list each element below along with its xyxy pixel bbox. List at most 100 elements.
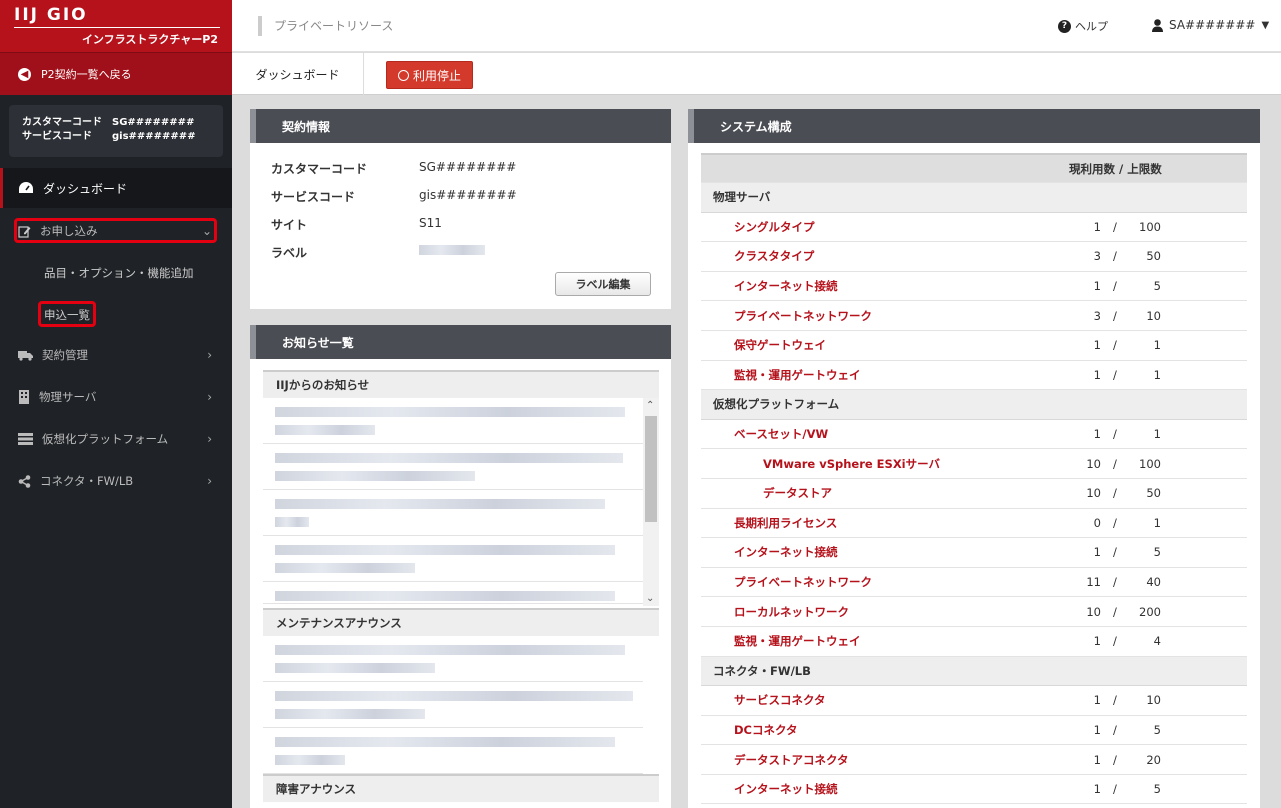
resource-link[interactable]: データストア — [763, 485, 832, 501]
usage-limit: 200 — [1139, 604, 1161, 619]
usage-limit: 5 — [1153, 722, 1161, 737]
resource-link[interactable]: 監視・運用ゲートウェイ — [734, 367, 861, 383]
sidebar: IIJ GIO インフラストラクチャーP2 ◀ P2契約一覧へ戻る カスタマーコ… — [0, 0, 232, 808]
news-title: お知らせ一覧 — [250, 325, 671, 359]
usage-separator: / — [1113, 279, 1117, 294]
contract-value: SG######## — [419, 160, 517, 174]
usage-limit: 50 — [1146, 249, 1161, 264]
system-item-row: 保守ゲートウェイ 1 / 1 — [701, 331, 1247, 361]
service-code-value: gis######## — [112, 131, 196, 142]
usage-separator: / — [1113, 604, 1117, 619]
tab-bar: ダッシュボード 利用停止 — [232, 53, 1281, 95]
system-item-row: ローカルネットワーク 10 / 200 — [701, 597, 1247, 627]
system-item-row: インターネット接続 1 / 5 — [701, 272, 1247, 302]
usage-limit: 4 — [1153, 634, 1161, 649]
news-section-maintenance: メンテナンスアナウンス — [263, 608, 659, 636]
news-item[interactable] — [263, 636, 643, 682]
resource-link[interactable]: クラスタタイプ — [734, 248, 814, 264]
resource-link[interactable]: ローカルネットワーク — [734, 604, 849, 620]
sidebar-item-connector[interactable]: コネクタ・FW/LB › — [0, 469, 232, 493]
arrow-left-icon: ◀ — [18, 67, 31, 81]
system-item-row: クラスタタイプ 3 / 50 — [701, 242, 1247, 272]
system-item-row: 監視・運用ゲートウェイ 1 / 1 — [701, 361, 1247, 391]
back-label: P2契約一覧へ戻る — [41, 68, 132, 81]
resource-link[interactable]: サービスコネクタ — [734, 692, 826, 708]
sidebar-item-contract[interactable]: 契約管理 › — [0, 343, 232, 367]
brand-logo: IIJ GIO — [14, 5, 88, 25]
usage-limit: 100 — [1139, 219, 1161, 234]
sidebar-item-dashboard[interactable]: ダッシュボード — [0, 168, 232, 208]
usage-limit: 10 — [1146, 308, 1161, 323]
resource-link[interactable]: 保守ゲートウェイ — [734, 337, 826, 353]
system-item-row: DCコネクタ 1 / 5 — [701, 716, 1247, 746]
sidebar-subitem-add-options[interactable]: 品目・オプション・機能追加 — [44, 265, 194, 281]
sidebar-item-label: 仮想化プラットフォーム — [42, 432, 169, 446]
usage-separator: / — [1113, 722, 1117, 737]
usage-separator: / — [1113, 634, 1117, 649]
scrollbar-thumb[interactable] — [645, 416, 657, 522]
news-item[interactable] — [263, 728, 643, 774]
resource-link[interactable]: 長期利用ライセンス — [734, 515, 837, 531]
tab-dashboard[interactable]: ダッシュボード — [232, 53, 364, 95]
sidebar-item-physical-server[interactable]: 物理サーバ › — [0, 385, 232, 409]
resource-link[interactable]: インターネット接続 — [734, 544, 838, 560]
sidebar-item-virtualization[interactable]: 仮想化プラットフォーム › — [0, 427, 232, 451]
resource-link[interactable]: シングルタイプ — [734, 219, 815, 235]
news-section-iij: IIJからのお知らせ — [263, 370, 659, 398]
resource-link[interactable]: データストアコネクタ — [734, 752, 849, 768]
resource-link[interactable]: VMware vSphere ESXiサーバ — [763, 456, 940, 472]
contract-value: S11 — [419, 216, 442, 230]
usage-separator: / — [1113, 219, 1117, 234]
system-item-row: サービスコネクタ 1 / 10 — [701, 686, 1247, 716]
share-icon — [18, 474, 31, 488]
usage-separator: / — [1113, 515, 1117, 530]
help-link[interactable]: ? ヘルプ — [1058, 18, 1108, 34]
stop-service-button[interactable]: 利用停止 — [386, 61, 473, 89]
current-usage: 1 — [1093, 782, 1101, 797]
resource-link[interactable]: インターネット接続 — [734, 278, 838, 294]
news-item[interactable] — [263, 682, 643, 728]
resource-link[interactable]: DCコネクタ — [734, 722, 798, 738]
chevron-right-icon: › — [207, 432, 212, 446]
service-code-label: サービスコード — [22, 131, 92, 142]
system-config-panel: システム構成 現利用数 / 上限数 物理サーバ シングルタイプ 1/100 クラスタタ… — [688, 109, 1260, 808]
server-icon — [19, 390, 29, 404]
system-item-row: インターネット接続 1 / 5 — [701, 538, 1247, 568]
usage-separator: / — [1113, 693, 1117, 708]
list-icon — [18, 433, 33, 445]
current-usage: 1 — [1093, 427, 1101, 442]
current-usage: 1 — [1093, 279, 1101, 294]
usage-limit: 100 — [1139, 456, 1161, 471]
news-scrollbar[interactable]: ⌃ ⌄ — [643, 398, 659, 606]
news-item[interactable] — [263, 398, 643, 444]
system-item-row: プライベートネットワーク 3 / 10 — [701, 301, 1247, 331]
user-menu[interactable]: SA####### ▼ — [1152, 18, 1269, 32]
usage-limit: 10 — [1146, 693, 1161, 708]
current-usage: 10 — [1086, 604, 1101, 619]
back-to-contract-list[interactable]: ◀ P2契約一覧へ戻る — [0, 52, 232, 95]
current-usage: 11 — [1086, 575, 1101, 590]
system-item-row: 監視・運用ゲートウェイ 1 / 4 — [701, 627, 1247, 657]
brand-subtitle: インフラストラクチャーP2 — [81, 33, 218, 46]
resource-link[interactable]: ベースセット/VW — [734, 426, 828, 442]
usage-separator: / — [1113, 486, 1117, 501]
resource-link[interactable]: 監視・運用ゲートウェイ — [734, 633, 861, 649]
help-label: ヘルプ — [1075, 20, 1108, 33]
usage-separator: / — [1113, 249, 1117, 264]
resource-link[interactable]: インターネット接続 — [734, 781, 838, 797]
resource-link[interactable]: プライベートネットワーク — [734, 308, 872, 324]
current-usage: 3 — [1093, 308, 1101, 323]
usage-limit: 5 — [1153, 279, 1161, 294]
scroll-down-icon[interactable]: ⌄ — [646, 593, 654, 604]
scroll-up-icon[interactable]: ⌃ — [646, 400, 654, 411]
edit-label-button[interactable]: ラベル編集 — [555, 272, 651, 296]
news-item[interactable] — [263, 536, 643, 582]
news-item[interactable] — [263, 444, 643, 490]
news-item[interactable] — [263, 490, 643, 536]
system-item-row: データストアコネクタ 1 / 20 — [701, 745, 1247, 775]
brand-header[interactable]: IIJ GIO インフラストラクチャーP2 — [0, 0, 232, 52]
system-item-row: データストア 10 / 50 — [701, 479, 1247, 509]
system-item-row: VMware vSphere ESXiサーバ 10 / 100 — [701, 449, 1247, 479]
news-item[interactable] — [263, 582, 643, 604]
resource-link[interactable]: プライベートネットワーク — [734, 574, 872, 590]
